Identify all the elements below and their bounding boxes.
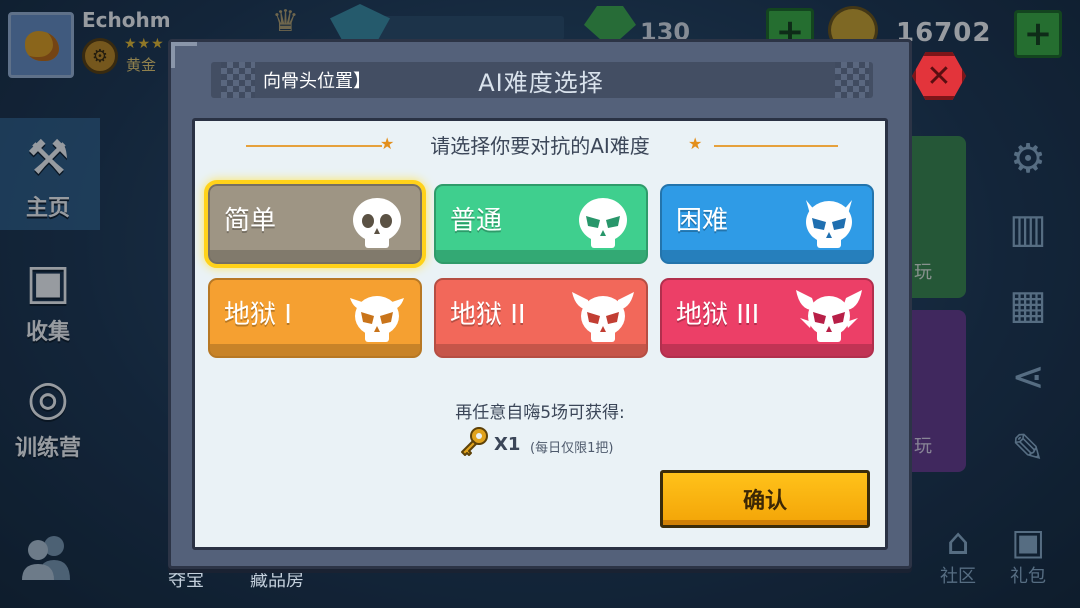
skull-icon [579, 198, 627, 248]
star-icon: ★ [380, 134, 395, 153]
header-left-text: 向骨头位置】 [263, 71, 371, 92]
header-checker-left [221, 62, 255, 98]
dialog-corner [171, 42, 197, 68]
skull-icon [572, 292, 634, 342]
difficulty-label: 地狱 II [450, 300, 526, 330]
prompt-divider-right [714, 145, 838, 147]
reward-limit: (每日仅限1把) [530, 441, 614, 456]
difficulty-prompt: 请选择你要对抗的AI难度 [430, 134, 650, 158]
header-checker-right [835, 62, 869, 98]
difficulty-hard-button[interactable]: 困难 [660, 184, 874, 264]
skull-icon [353, 198, 401, 248]
difficulty-label: 地狱 I [224, 300, 292, 330]
difficulty-hell-1-button[interactable]: 地狱 I [208, 278, 422, 358]
dialog-title: AI难度选择 [478, 69, 604, 97]
close-icon: ✕ [926, 58, 952, 94]
star-icon: ★ [688, 134, 703, 153]
difficulty-label: 简单 [224, 206, 277, 236]
key-icon [461, 427, 488, 456]
reward-description: 再任意自嗨5场可获得: [455, 403, 625, 423]
prompt-divider-left [246, 145, 382, 147]
background-label-collection-room: 藏品房 [250, 570, 304, 591]
confirm-button[interactable]: 确认 [660, 470, 870, 528]
difficulty-hell-3-button[interactable]: 地狱 III [660, 278, 874, 358]
skull-icon [350, 296, 404, 342]
difficulty-label: 困难 [676, 206, 729, 236]
skull-icon [796, 290, 862, 342]
reward-count: X1 [494, 434, 521, 455]
skull-icon [806, 200, 852, 248]
background-label-treasure: 夺宝 [168, 570, 204, 591]
difficulty-label: 地狱 III [676, 300, 760, 330]
difficulty-easy-button[interactable]: 简单 [204, 180, 426, 268]
difficulty-hell-2-button[interactable]: 地狱 II [434, 278, 648, 358]
difficulty-label: 普通 [450, 206, 503, 236]
difficulty-normal-button[interactable]: 普通 [434, 184, 648, 264]
